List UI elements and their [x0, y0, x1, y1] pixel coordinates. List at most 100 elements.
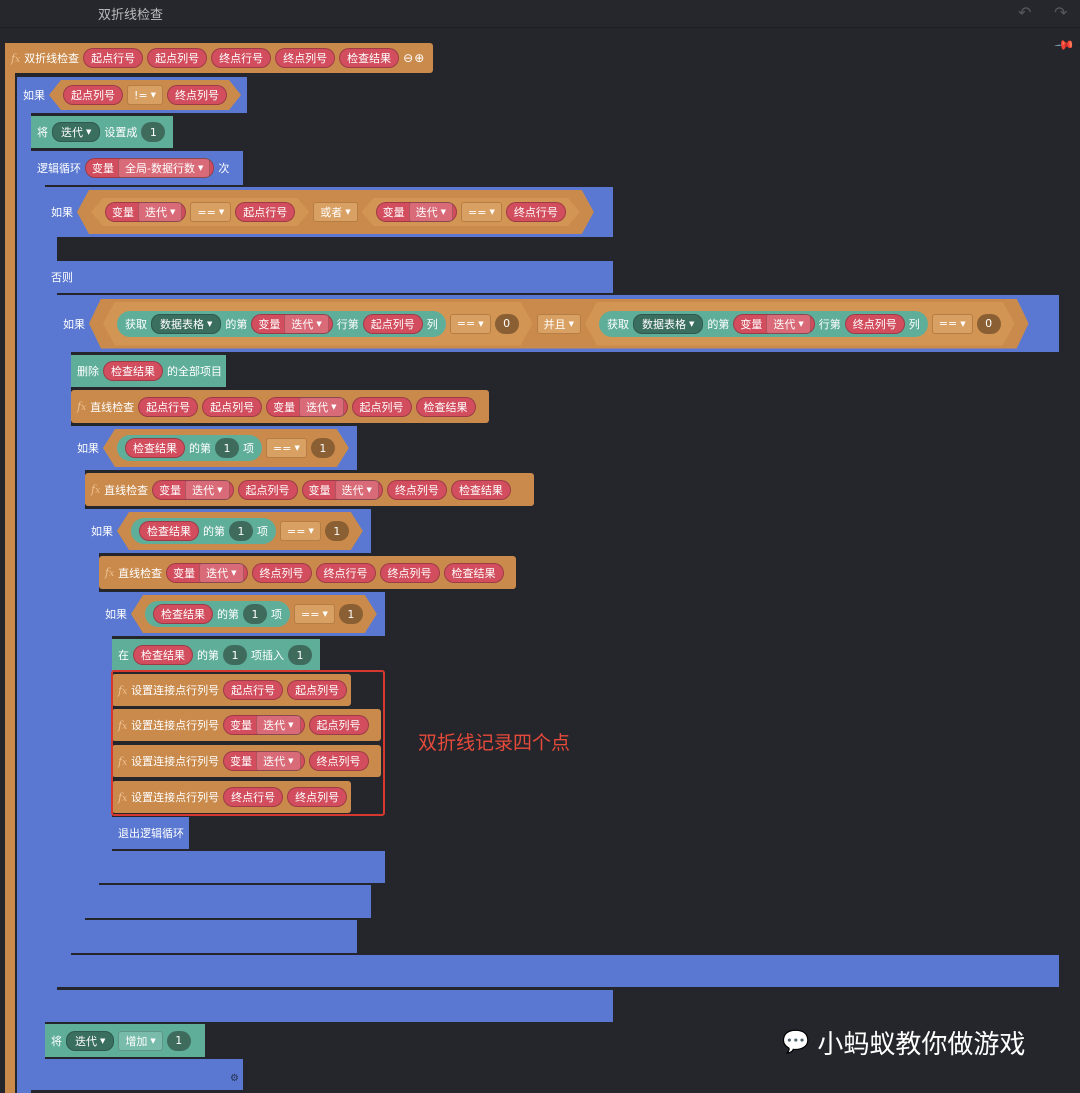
if5-condition[interactable]: 检查结果 的第 1 项 == ▼ 1 — [117, 512, 363, 550]
call3-arg5[interactable]: 检查结果 — [443, 562, 504, 583]
inc-op-dropdown[interactable]: 增加 ▼ — [118, 1030, 163, 1051]
logic-loop-block[interactable]: 逻辑循环 变量 全局-数据行数 ▼ 次 — [31, 151, 243, 185]
if3-table-a-dropdown[interactable]: 数据表格 ▼ — [151, 314, 221, 334]
if3-var-b[interactable]: 变量 迭代 ▼ — [733, 314, 814, 334]
if2-op-b[interactable]: == ▼ — [461, 202, 502, 222]
delete-target[interactable]: 检查结果 — [103, 361, 163, 381]
if3-var-b-dropdown[interactable]: 迭代 ▼ — [766, 314, 810, 334]
if1-block[interactable]: 如果 起点列号 != ▼ 终点列号 — [17, 77, 247, 113]
param-start-row[interactable]: 起点行号 — [83, 48, 144, 68]
if6-val[interactable]: 1 — [339, 604, 363, 624]
if5-val[interactable]: 1 — [325, 521, 349, 541]
call1-arg5[interactable]: 检查结果 — [415, 396, 476, 417]
if5-op[interactable]: == ▼ — [280, 521, 321, 541]
increment-variable-block[interactable]: 将 迭代 ▼ 增加 ▼ 1 — [45, 1024, 205, 1057]
call3-arg1[interactable]: 变量 迭代 ▼ — [166, 562, 248, 583]
if5-list-item[interactable]: 检查结果 的第 1 项 — [131, 518, 276, 544]
if1-right[interactable]: 终点列号 — [167, 85, 227, 105]
call-line-check-1[interactable]: f 直线检查 起点行号 起点列号 变量迭代▼ 起点列号 检查结果 — [71, 390, 489, 423]
if5-index[interactable]: 1 — [229, 521, 253, 541]
call2-var-dropdown[interactable]: 迭代 ▼ — [185, 479, 230, 500]
call-line-check-2[interactable]: f 直线检查 变量迭代▼ 起点列号 变量迭代▼ 终点列号 检查结果 — [85, 473, 534, 506]
if6-list[interactable]: 检查结果 — [153, 604, 213, 624]
set-value[interactable]: 1 — [141, 122, 166, 142]
if6-list-item[interactable]: 检查结果 的第 1 项 — [145, 601, 290, 627]
call2-var2-dropdown[interactable]: 迭代 ▼ — [334, 479, 379, 500]
if4-op[interactable]: == ▼ — [266, 438, 307, 458]
if2-cond-a[interactable]: 变量 迭代 ▼ == ▼ 起点行号 — [91, 198, 309, 226]
if3-cond-b[interactable]: 获取 数据表格 ▼ 的第 变量 迭代 ▼ 行第 终点列号 列 == ▼ 0 — [585, 302, 1015, 346]
if4-list[interactable]: 检查结果 — [125, 438, 185, 458]
delete-all-items-block[interactable]: 删除 检查结果 的全部项目 — [71, 355, 226, 387]
if5-list[interactable]: 检查结果 — [139, 521, 199, 541]
call1-arg2[interactable]: 起点列号 — [202, 396, 263, 417]
if1-left[interactable]: 起点列号 — [63, 85, 123, 105]
call3-arg2[interactable]: 终点列号 — [251, 562, 312, 583]
insert-value[interactable]: 1 — [288, 645, 312, 665]
if3-block[interactable]: 如果 获取 数据表格 ▼ 的第 变量 迭代 ▼ 行第 起点列号 列 == ▼ 0 并且 ▼… — [57, 295, 1059, 352]
param-start-col[interactable]: 起点列号 — [147, 48, 208, 68]
call1-arg3[interactable]: 变量 迭代 ▼ — [266, 396, 348, 417]
if3-op-b[interactable]: == ▼ — [932, 314, 973, 334]
if6-index[interactable]: 1 — [243, 604, 267, 624]
loop-count-variable[interactable]: 变量 全局-数据行数 ▼ — [85, 158, 215, 178]
insert-list[interactable]: 检查结果 — [133, 645, 193, 665]
loop-var-dropdown[interactable]: 全局-数据行数 ▼ — [118, 158, 211, 178]
if2-var-a-dropdown[interactable]: 迭代 ▼ — [138, 202, 182, 222]
call1-var-dropdown[interactable]: 迭代 ▼ — [299, 396, 344, 417]
call1-arg1[interactable]: 起点行号 — [138, 396, 199, 417]
if2-var-b-dropdown[interactable]: 迭代 ▼ — [409, 202, 453, 222]
if6-condition[interactable]: 检查结果 的第 1 项 == ▼ 1 — [131, 595, 377, 633]
if3-var-a-dropdown[interactable]: 迭代 ▼ — [284, 314, 328, 334]
if3-col-b[interactable]: 终点列号 — [845, 314, 905, 334]
call3-arg4[interactable]: 终点列号 — [379, 562, 440, 583]
if2-right-b[interactable]: 终点行号 — [506, 202, 566, 222]
if3-var-a[interactable]: 变量 迭代 ▼ — [251, 314, 332, 334]
set-variable-dropdown[interactable]: 迭代 ▼ — [52, 122, 101, 142]
if2-cond-b[interactable]: 变量 迭代 ▼ == ▼ 终点行号 — [362, 198, 580, 226]
call-line-check-3[interactable]: f 直线检查 变量迭代▼ 终点列号 终点行号 终点列号 检查结果 — [99, 556, 516, 589]
if6-op[interactable]: == ▼ — [294, 604, 335, 624]
if3-table-b-dropdown[interactable]: 数据表格 ▼ — [633, 314, 703, 334]
inc-variable-dropdown[interactable]: 迭代 ▼ — [66, 1030, 115, 1051]
list-insert-block[interactable]: 在 检查结果 的第 1 项插入 1 — [112, 639, 320, 671]
pin-icon[interactable]: 📌 — [1053, 35, 1075, 57]
set-variable-block[interactable]: 将 迭代 ▼ 设置成 1 — [31, 116, 173, 148]
loop-settings-icon[interactable]: ⚙ — [230, 1073, 239, 1084]
if1-condition[interactable]: 起点列号 != ▼ 终点列号 — [49, 80, 241, 110]
if2-or-condition[interactable]: 变量 迭代 ▼ == ▼ 起点行号 或者 ▼ 变量 迭代 ▼ == ▼ 终点行号 — [77, 190, 594, 234]
function-definition-block[interactable]: f 双折线检查 起点行号 起点列号 终点行号 终点列号 检查结果 ⊖⊕ — [5, 43, 433, 73]
call2-arg1[interactable]: 变量 迭代 ▼ — [152, 479, 234, 500]
param-end-col[interactable]: 终点列号 — [275, 48, 336, 68]
if4-list-item[interactable]: 检查结果 的第 1 项 — [117, 435, 262, 461]
inc-value[interactable]: 1 — [166, 1030, 191, 1051]
if3-get-cell-b[interactable]: 获取 数据表格 ▼ 的第 变量 迭代 ▼ 行第 终点列号 列 — [599, 311, 928, 337]
if3-and-condition[interactable]: 获取 数据表格 ▼ 的第 变量 迭代 ▼ 行第 起点列号 列 == ▼ 0 并且 ▼ 获取… — [89, 299, 1029, 349]
if3-col-a[interactable]: 起点列号 — [363, 314, 423, 334]
break-loop-block[interactable]: 退出逻辑循环 — [112, 817, 189, 849]
if2-var-b[interactable]: 变量 迭代 ▼ — [376, 202, 457, 222]
if3-op-a[interactable]: == ▼ — [450, 314, 491, 334]
undo-icon[interactable]: ↶ — [1018, 3, 1031, 22]
if1-operator[interactable]: != ▼ — [127, 85, 163, 105]
call2-arg5[interactable]: 检查结果 — [450, 479, 511, 500]
if6-block[interactable]: 如果 检查结果 的第 1 项 == ▼ 1 — [99, 592, 385, 636]
if3-cond-a[interactable]: 获取 数据表格 ▼ 的第 变量 迭代 ▼ 行第 起点列号 列 == ▼ 0 — [103, 302, 533, 346]
if5-block[interactable]: 如果 检查结果 的第 1 项 == ▼ 1 — [85, 509, 371, 553]
if4-condition[interactable]: 检查结果 的第 1 项 == ▼ 1 — [103, 429, 349, 467]
if2-op-a[interactable]: == ▼ — [190, 202, 231, 222]
if3-and-dropdown[interactable]: 并且 ▼ — [537, 314, 581, 334]
if4-block[interactable]: 如果 检查结果 的第 1 项 == ▼ 1 — [71, 426, 357, 470]
redo-icon[interactable]: ↷ — [1054, 3, 1067, 22]
if2-or-dropdown[interactable]: 或者 ▼ — [313, 202, 357, 222]
call3-arg3[interactable]: 终点行号 — [315, 562, 376, 583]
if4-index[interactable]: 1 — [215, 438, 239, 458]
param-end-row[interactable]: 终点行号 — [211, 48, 272, 68]
call2-arg2[interactable]: 起点列号 — [237, 479, 298, 500]
if4-val[interactable]: 1 — [311, 438, 335, 458]
call3-var-dropdown[interactable]: 迭代 ▼ — [199, 562, 244, 583]
call2-arg4[interactable]: 终点列号 — [386, 479, 447, 500]
call1-arg4[interactable]: 起点列号 — [351, 396, 412, 417]
if3-val-a[interactable]: 0 — [495, 314, 519, 334]
if2-block[interactable]: 如果 变量 迭代 ▼ == ▼ 起点行号 或者 ▼ 变量 迭代 ▼ == ▼ 终点行号 — [45, 187, 613, 237]
